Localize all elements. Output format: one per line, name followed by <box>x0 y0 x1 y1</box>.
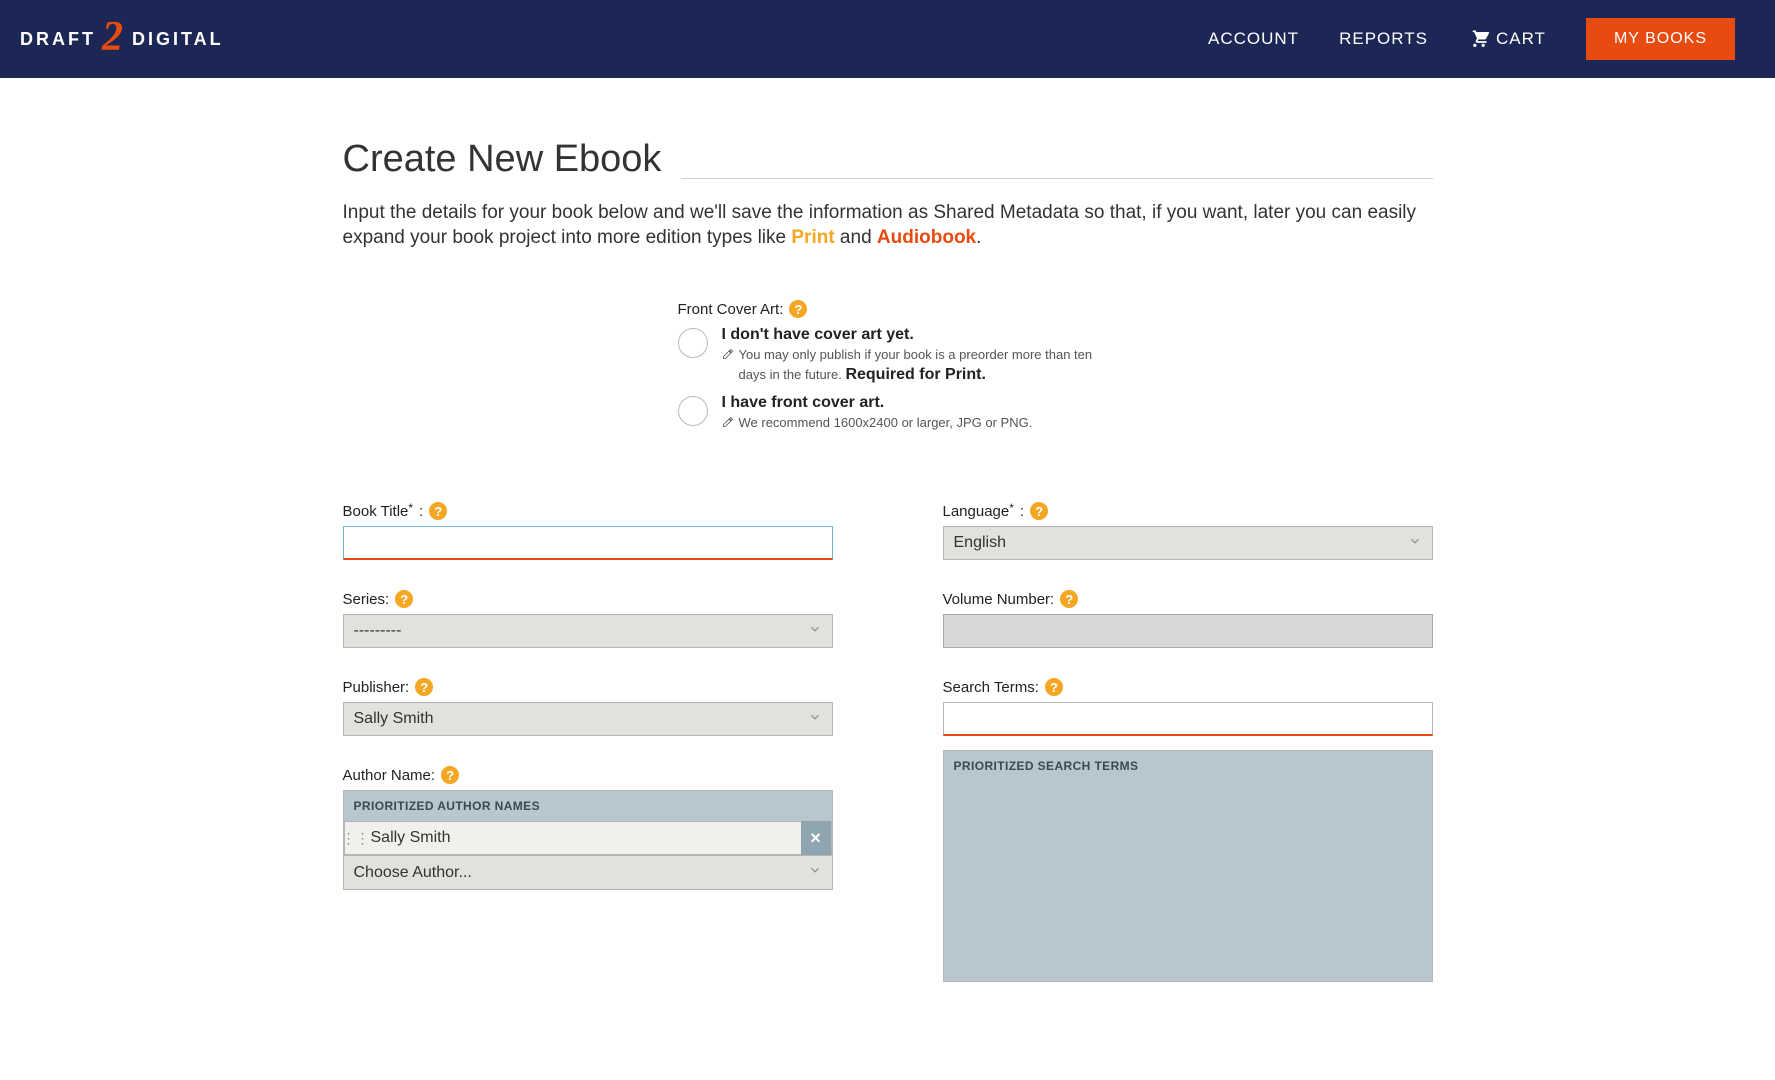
chevron-down-icon <box>808 863 822 882</box>
app-header: DRAFT 2 DIGITAL ACCOUNT REPORTS CART MY … <box>0 0 1775 78</box>
cover-art-label-text: Front Cover Art: <box>678 301 784 318</box>
help-icon[interactable]: ? <box>1030 502 1048 520</box>
field-search-terms: Search Terms: ? PRIORITIZED SEARCH TERMS <box>943 678 1433 982</box>
author-list-item[interactable]: ⋮⋮ Sally Smith × <box>344 821 832 855</box>
cover-option-none-title: I don't have cover art yet. <box>722 326 914 343</box>
help-icon[interactable]: ? <box>395 590 413 608</box>
book-title-label: Book Title <box>343 503 414 520</box>
drag-handle-icon[interactable]: ⋮⋮ <box>345 830 367 847</box>
book-title-input[interactable] <box>343 526 833 560</box>
volume-input[interactable] <box>943 614 1433 648</box>
cover-option-have[interactable]: I have front cover art. We recommend 160… <box>678 394 1098 433</box>
publisher-label: Publisher: <box>343 679 410 696</box>
help-icon[interactable]: ? <box>1045 678 1063 696</box>
publisher-select[interactable]: Sally Smith <box>343 702 833 736</box>
intro-and: and <box>835 227 877 248</box>
nav-mybooks-button[interactable]: MY BOOKS <box>1586 18 1735 60</box>
radio-icon[interactable] <box>678 396 708 426</box>
chevron-down-icon <box>1408 534 1422 553</box>
radio-icon[interactable] <box>678 328 708 358</box>
intro-print: Print <box>791 227 834 248</box>
series-value: --------- <box>354 622 402 640</box>
help-icon[interactable]: ? <box>1060 590 1078 608</box>
intro-text: Input the details for your book below an… <box>343 201 1433 250</box>
author-name: Sally Smith <box>367 829 801 847</box>
volume-label: Volume Number: <box>943 591 1055 608</box>
help-icon[interactable]: ? <box>441 766 459 784</box>
search-terms-list-header: PRIORITIZED SEARCH TERMS <box>944 751 1432 781</box>
field-language: Language: ? English <box>943 502 1433 560</box>
author-label: Author Name: <box>343 767 436 784</box>
intro-end: . <box>976 227 981 248</box>
language-select[interactable]: English <box>943 526 1433 560</box>
help-icon[interactable]: ? <box>429 502 447 520</box>
author-choose-label: Choose Author... <box>354 864 472 882</box>
search-terms-list-body <box>944 781 1432 981</box>
chevron-down-icon <box>808 710 822 729</box>
series-label: Series: <box>343 591 390 608</box>
help-icon[interactable]: ? <box>415 678 433 696</box>
chevron-down-icon <box>808 622 822 641</box>
intro-audio: Audiobook <box>877 227 976 248</box>
cover-option-have-title: I have front cover art. <box>722 394 885 411</box>
field-publisher: Publisher: ? Sally Smith <box>343 678 833 736</box>
field-author: Author Name: ? PRIORITIZED AUTHOR NAMES … <box>343 766 833 890</box>
cart-icon <box>1468 27 1490 52</box>
top-nav: ACCOUNT REPORTS CART MY BOOKS <box>1208 18 1735 60</box>
nav-cart-label: CART <box>1496 29 1546 49</box>
logo[interactable]: DRAFT 2 DIGITAL <box>20 15 224 63</box>
language-label: Language <box>943 503 1014 520</box>
pencil-icon <box>722 415 734 433</box>
search-terms-label: Search Terms: <box>943 679 1039 696</box>
cover-option-none[interactable]: I don't have cover art yet. You may only… <box>678 326 1098 385</box>
logo-glyph: 2 <box>102 13 126 61</box>
series-select[interactable]: --------- <box>343 614 833 648</box>
main-content: Create New Ebook Input the details for y… <box>323 78 1453 1022</box>
help-icon[interactable]: ? <box>789 300 807 318</box>
field-book-title: Book Title: ? <box>343 502 833 560</box>
cover-option-none-sub: You may only publish if your book is a p… <box>739 346 1098 385</box>
field-series: Series: ? --------- <box>343 590 833 648</box>
language-value: English <box>954 534 1006 552</box>
author-choose-select[interactable]: Choose Author... <box>343 856 833 890</box>
field-volume: Volume Number: ? <box>943 590 1433 648</box>
publisher-value: Sally Smith <box>354 710 434 728</box>
author-list-header: PRIORITIZED AUTHOR NAMES <box>344 791 832 821</box>
title-rule <box>681 178 1432 179</box>
cover-option-have-sub: We recommend 1600x2400 or larger, JPG or… <box>739 414 1033 433</box>
nav-account[interactable]: ACCOUNT <box>1208 29 1299 49</box>
logo-text-left: DRAFT <box>20 29 96 50</box>
nav-reports[interactable]: REPORTS <box>1339 29 1428 49</box>
search-terms-input[interactable] <box>943 702 1433 736</box>
nav-cart[interactable]: CART <box>1468 27 1546 52</box>
pencil-icon <box>722 347 734 385</box>
page-title: Create New Ebook <box>343 138 662 181</box>
logo-text-right: DIGITAL <box>132 29 224 50</box>
remove-author-button[interactable]: × <box>801 821 831 855</box>
cover-art-label: Front Cover Art: ? <box>678 300 1098 318</box>
